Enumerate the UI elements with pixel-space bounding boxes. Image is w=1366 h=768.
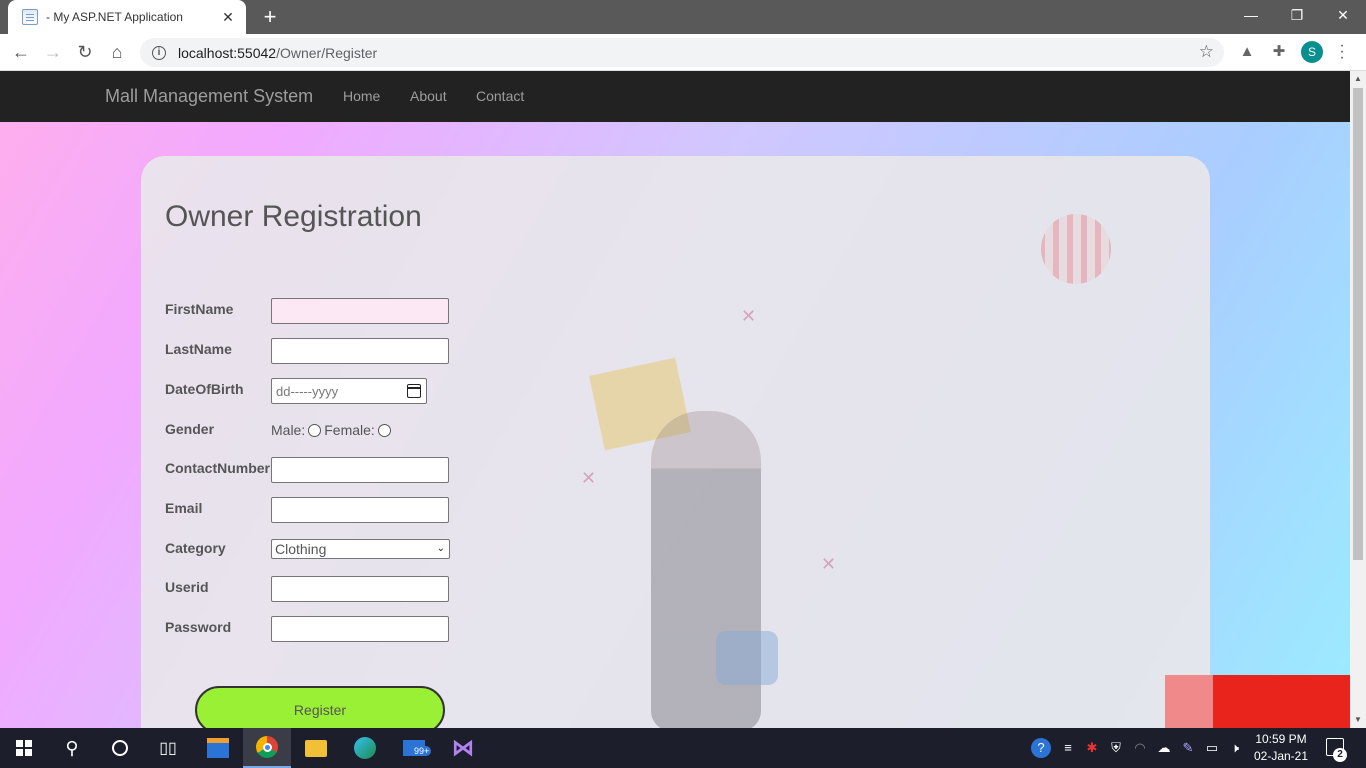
edge-app-icon[interactable] (341, 728, 389, 768)
extensions-puzzle-icon[interactable]: ✚ (1269, 42, 1289, 62)
chrome-app-icon[interactable] (243, 728, 291, 768)
contactnumber-input[interactable] (271, 457, 449, 483)
site-info-icon[interactable]: i (152, 45, 166, 60)
page-viewport: Mall Management System Home About Contac… (0, 71, 1350, 728)
cortana-icon[interactable] (96, 728, 144, 768)
userid-input[interactable] (271, 576, 449, 602)
handbag-decoration (716, 631, 778, 685)
notification-count: 2 (1333, 748, 1347, 762)
back-arrow-icon[interactable]: ← (9, 40, 33, 64)
browser-tab[interactable]: - My ASP.NET Application ✕ (8, 0, 246, 34)
site-brand[interactable]: Mall Management System (105, 86, 313, 107)
browser-menu-icon[interactable]: · · · (1336, 38, 1348, 66)
firstname-input[interactable] (271, 298, 449, 324)
gender-label: Gender (165, 421, 215, 437)
battery-icon[interactable]: ▭ (1203, 738, 1221, 758)
contactnumber-label: ContactNumber (165, 460, 271, 476)
female-label: Female: (324, 422, 375, 438)
clock-date: 02-Jan-21 (1253, 749, 1309, 763)
hot-air-balloon-decoration (1031, 204, 1121, 294)
gender-options: Male: Female: (271, 422, 394, 438)
password-label: Password (165, 619, 232, 635)
scroll-up-icon[interactable]: ▲ (1353, 74, 1363, 84)
close-tab-icon[interactable]: ✕ (220, 9, 236, 26)
reload-icon[interactable]: ↻ (73, 40, 97, 64)
nav-link-contact[interactable]: Contact (476, 88, 524, 104)
network-tray-icon[interactable]: ✱ (1083, 738, 1101, 758)
task-view-icon[interactable]: ▯▯ (144, 728, 192, 768)
female-radio[interactable] (377, 423, 391, 437)
shield-icon[interactable]: ⛨ (1107, 738, 1125, 758)
store-app-icon[interactable] (194, 728, 242, 768)
male-radio[interactable] (308, 423, 322, 437)
page-title: Owner Registration (165, 200, 422, 233)
pen-tray-icon[interactable]: ✎ (1179, 738, 1197, 758)
tab-title: - My ASP.NET Application (46, 10, 183, 24)
firstname-label: FirstName (165, 301, 234, 317)
category-selected-value: Clothing (275, 541, 327, 557)
cloud-icon[interactable]: ☁ (1155, 738, 1173, 758)
calendar-icon[interactable] (407, 384, 421, 398)
wifi-icon[interactable]: ◠ (1131, 738, 1149, 758)
mail-app-icon[interactable]: 99+ (390, 728, 438, 768)
search-icon[interactable]: ⚲ (48, 728, 96, 768)
database-tray-icon[interactable]: ≡ (1059, 738, 1077, 758)
nav-link-about[interactable]: About (410, 88, 447, 104)
url-path: /Owner/Register (276, 44, 378, 61)
nav-link-home[interactable]: Home (343, 88, 380, 104)
dob-label: DateOfBirth (165, 381, 244, 397)
male-label: Male: (271, 422, 306, 438)
visual-studio-icon[interactable]: ⋈ (439, 728, 487, 768)
register-button[interactable]: Register (195, 686, 445, 728)
mail-badge: 99+ (412, 746, 432, 756)
address-bar[interactable]: i localhost:55042 /Owner/Register ☆ (140, 38, 1224, 67)
sparkle-decoration: ✕ (821, 554, 837, 574)
close-window-icon[interactable]: ✕ (1320, 0, 1366, 30)
email-input[interactable] (271, 497, 449, 523)
page-favicon-icon (22, 9, 38, 25)
help-icon[interactable]: ? (1031, 738, 1051, 758)
forward-arrow-icon[interactable]: → (41, 40, 65, 64)
bookmark-star-icon[interactable]: ☆ (1199, 42, 1214, 62)
home-icon[interactable]: ⌂ (105, 40, 129, 64)
file-explorer-icon[interactable] (292, 728, 340, 768)
page-scrollbar[interactable]: ▲ ▼ (1350, 71, 1366, 728)
windows-logo-icon (16, 740, 32, 756)
chevron-down-icon: ⌄ (436, 543, 445, 554)
new-tab-icon[interactable]: + (258, 5, 282, 29)
scroll-down-icon[interactable]: ▼ (1353, 715, 1363, 725)
clock-time: 10:59 PM (1255, 732, 1307, 746)
sparkle-decoration: ✕ (581, 468, 597, 488)
browser-tab-strip: - My ASP.NET Application ✕ + — ❐ ✕ (0, 0, 1366, 34)
site-navbar: Mall Management System Home About Contac… (0, 71, 1350, 122)
scroll-thumb[interactable] (1353, 88, 1363, 560)
restore-window-icon[interactable]: ❐ (1274, 0, 1320, 30)
taskbar-clock[interactable]: 10:59 PM 02-Jan-21 (1252, 731, 1310, 765)
lastname-input[interactable] (271, 338, 449, 364)
email-label: Email (165, 500, 203, 516)
minimize-window-icon[interactable]: — (1228, 0, 1274, 30)
windows-taskbar: ⚲ ▯▯ 99+ ⋈ ? ≡ ✱ ⛨ ◠ ☁ ✎ ▭ 🕨 10:59 PM 02… (0, 728, 1366, 768)
dob-input[interactable]: dd-----yyyy (271, 378, 427, 404)
password-input[interactable] (271, 616, 449, 642)
pink-gift-decoration (1165, 675, 1213, 728)
browser-toolbar: ← → ↻ ⌂ i localhost:55042 /Owner/Registe… (0, 34, 1366, 71)
url-host: localhost:55042 (178, 44, 277, 61)
registration-panel: ✕ ✕ ✕ Owner Registration FirstName LastN… (141, 156, 1210, 728)
start-button[interactable] (0, 728, 48, 768)
lastname-label: LastName (165, 341, 232, 357)
category-select[interactable]: Clothing ⌄ (271, 539, 450, 559)
profile-avatar[interactable]: S (1301, 41, 1323, 63)
volume-icon[interactable]: 🕨 (1226, 738, 1244, 758)
sparkle-decoration: ✕ (741, 306, 757, 326)
drive-extension-icon[interactable]: ▲ (1237, 42, 1257, 62)
dob-placeholder: dd-----yyyy (276, 383, 339, 399)
userid-label: Userid (165, 579, 209, 595)
category-label: Category (165, 540, 226, 556)
